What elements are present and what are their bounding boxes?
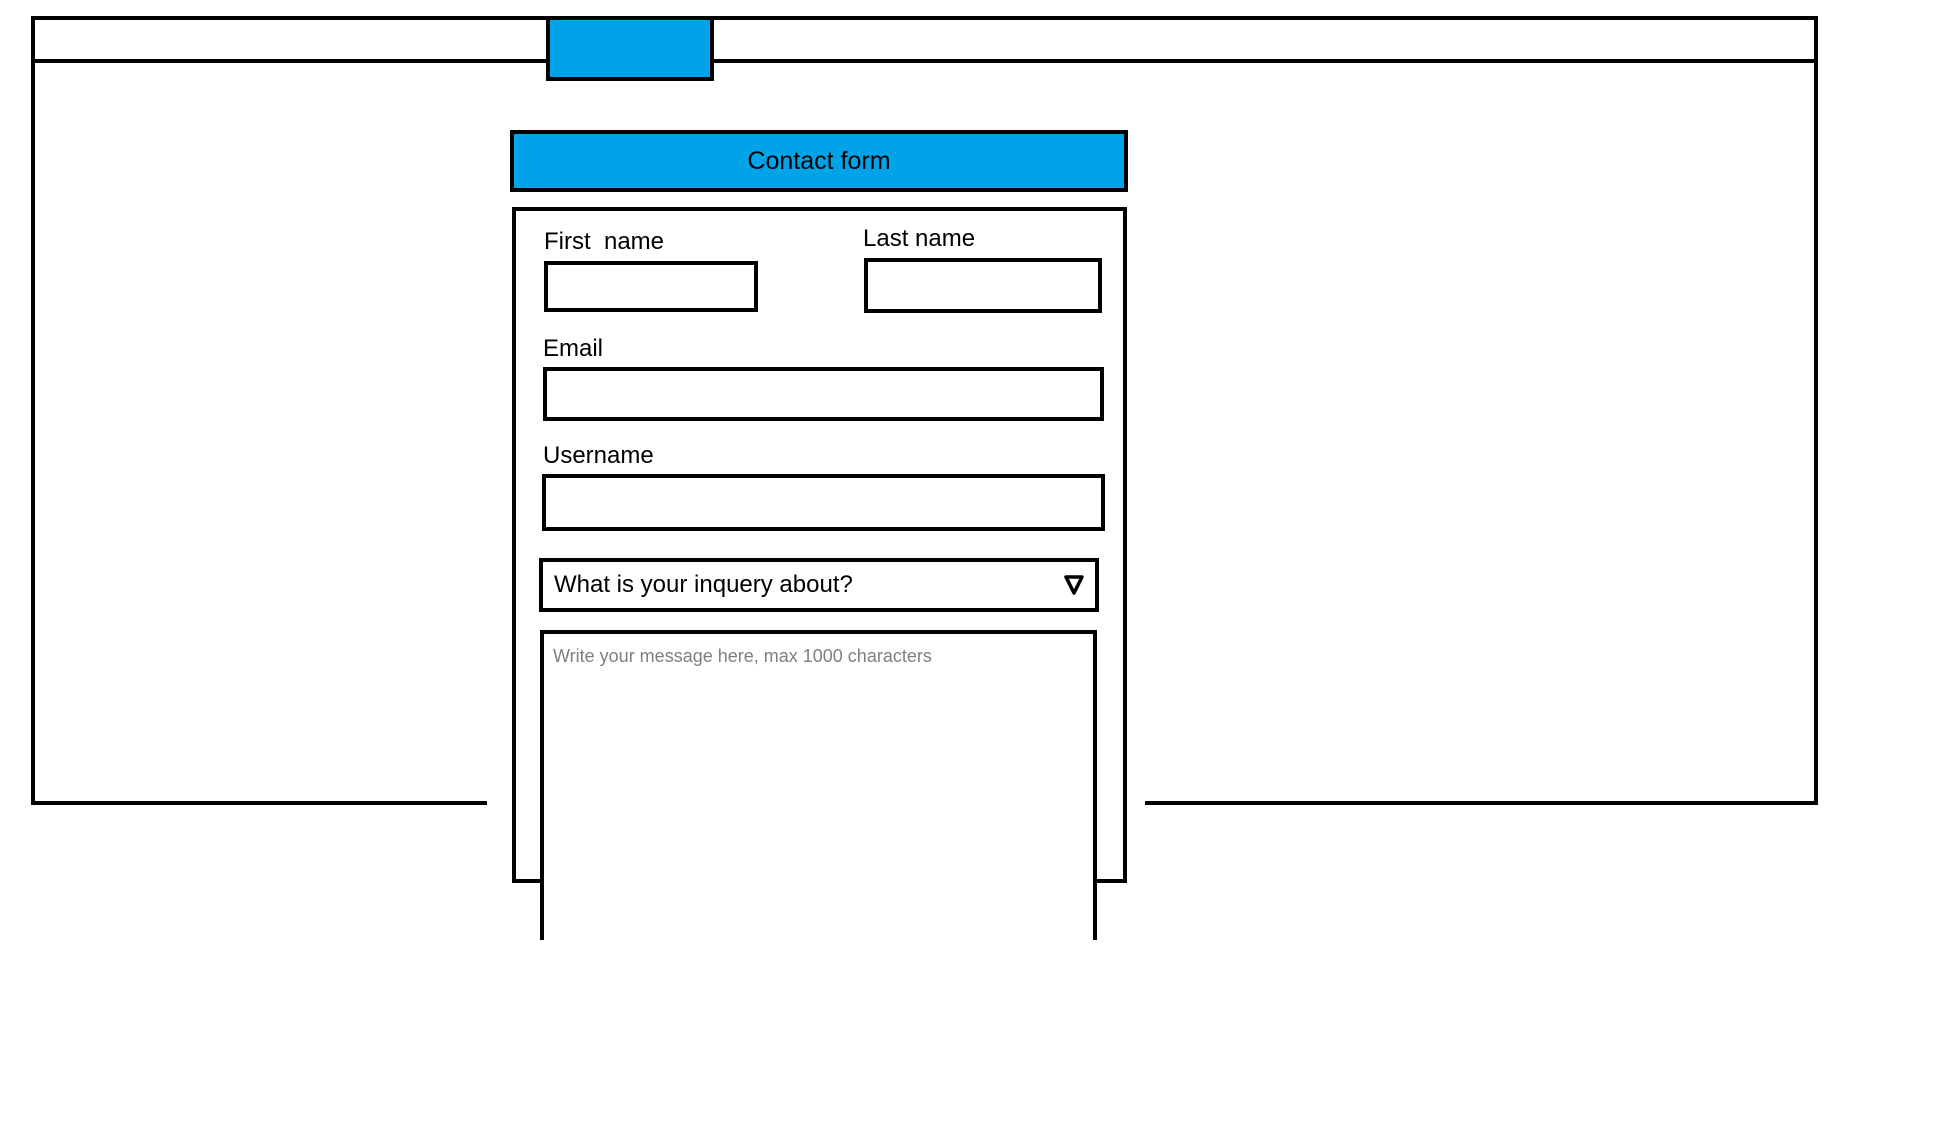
email-field[interactable] xyxy=(543,367,1104,421)
contact-form-header: Contact form xyxy=(510,130,1128,192)
nav-tab-active[interactable] xyxy=(546,16,714,81)
contact-form-title: Contact form xyxy=(747,146,891,175)
email-label: Email xyxy=(543,335,604,362)
message-placeholder: Write your message here, max 1000 charac… xyxy=(553,646,932,666)
first-name-label: First name xyxy=(544,228,665,255)
first-name-field[interactable] xyxy=(544,261,758,312)
triangle-down-icon[interactable] xyxy=(1063,573,1085,597)
inquiry-select[interactable]: What is your inquery about? xyxy=(539,558,1099,612)
username-label: Username xyxy=(543,442,654,469)
last-name-label: Last name xyxy=(863,225,976,252)
inquiry-select-value: What is your inquery about? xyxy=(554,571,853,598)
message-textarea[interactable]: Write your message here, max 1000 charac… xyxy=(540,630,1097,940)
last-name-field[interactable] xyxy=(864,258,1102,313)
username-field[interactable] xyxy=(542,474,1105,531)
top-nav-bar xyxy=(31,59,1818,63)
